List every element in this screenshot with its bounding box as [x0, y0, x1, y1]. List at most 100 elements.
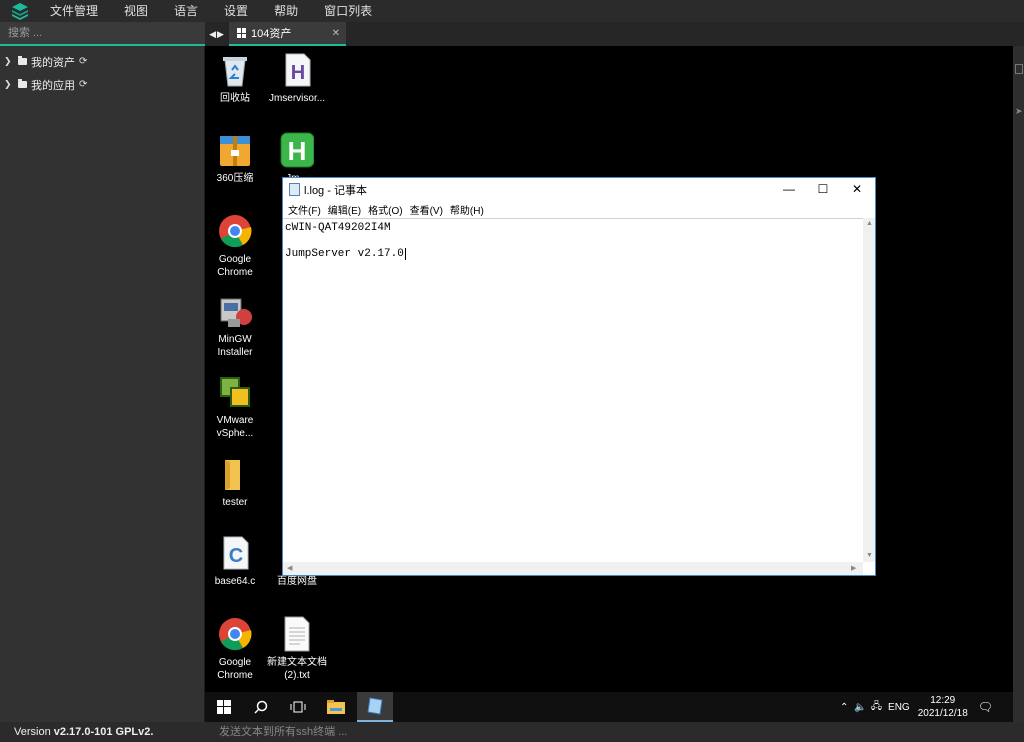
chrome-icon — [218, 213, 252, 249]
tab-next-icon[interactable]: ▶ — [217, 29, 225, 40]
notepad-window[interactable]: l.log - 记事本 — ☐ ✕ 文件(F) 编辑(E) 格式(O) 查看(V… — [282, 177, 876, 576]
start-button[interactable] — [206, 692, 242, 722]
text-file-icon — [280, 616, 314, 652]
version-value: v2.17.0-101 GPLv2. — [53, 726, 154, 738]
notepad-menu-view[interactable]: 查看(V) — [409, 202, 449, 217]
asset-sidebar: ❯ 我的资产 ⟳ ❯ 我的应用 ⟳ — [0, 22, 205, 722]
desktop-icon-new-text[interactable]: 新建文本文档 (2).txt — [267, 616, 327, 682]
notepad-menu-file[interactable]: 文件(F) — [287, 202, 327, 217]
notepad-menu-help[interactable]: 帮助(H) — [449, 202, 490, 217]
mingw-icon — [218, 293, 252, 329]
task-view-button[interactable] — [280, 692, 316, 722]
clock-time: 12:29 — [930, 695, 956, 706]
network-icon[interactable]: 🖧 — [871, 699, 882, 716]
tree-item-my-apps[interactable]: ❯ 我的应用 ⟳ — [0, 73, 204, 96]
file-explorer-icon — [327, 700, 345, 714]
broadcast-bar — [205, 722, 1024, 742]
right-toolbar-strip: ➤ — [1013, 46, 1024, 722]
windows-taskbar: ⌃ 🔈 🖧 ENG 12:29 2021/12/18 🗨 — [205, 692, 1013, 722]
notification-icon[interactable]: 🗨 — [978, 700, 993, 714]
menu-settings[interactable]: 设置 — [211, 0, 261, 22]
search-input[interactable] — [0, 22, 205, 44]
taskbar-file-explorer[interactable] — [318, 692, 354, 722]
text-caret — [404, 248, 406, 260]
vertical-scrollbar[interactable]: ▲ ▼ — [863, 218, 875, 562]
notepad-icon — [367, 697, 383, 715]
desktop-icon-tester[interactable]: tester — [205, 456, 265, 509]
svg-text:H: H — [288, 136, 307, 166]
desktop-icon-vmware[interactable]: VMware vSphe... — [205, 374, 265, 440]
notepad-title: l.log - 记事本 — [304, 184, 367, 197]
tray-expand-icon[interactable]: ⌃ — [840, 702, 848, 713]
minimize-button[interactable]: — — [772, 178, 806, 200]
volume-icon[interactable]: 🔈 — [854, 702, 866, 713]
tab-nav-arrows[interactable]: ◀ ▶ — [205, 22, 229, 46]
svg-text:H: H — [291, 62, 305, 84]
desktop-icon-mingw[interactable]: MinGW Installer — [205, 293, 265, 359]
panel-toggle-icon[interactable] — [1015, 64, 1023, 74]
taskbar-notepad[interactable] — [357, 692, 393, 722]
close-tab-icon[interactable]: ✕ — [332, 28, 340, 39]
c-file-icon: C — [218, 535, 252, 571]
tab-label: 104资产 — [251, 28, 292, 40]
notepad-menubar: 文件(F) 编辑(E) 格式(O) 查看(V) 帮助(H) — [283, 201, 875, 218]
desktop-icon-recycle-bin[interactable]: 回收站 — [205, 52, 265, 105]
refresh-icon[interactable]: ⟳ — [79, 79, 87, 90]
notepad-icon — [289, 183, 300, 196]
refresh-icon[interactable]: ⟳ — [79, 56, 87, 67]
recycle-bin-icon — [218, 52, 252, 88]
send-icon[interactable]: ➤ — [1015, 106, 1023, 117]
notepad-line-1: cWIN-QAT49202I4M — [285, 222, 391, 234]
tree-item-label: 我的资产 — [31, 56, 75, 69]
windows-start-icon — [217, 700, 231, 714]
search-icon — [254, 700, 268, 714]
zip-archive-icon — [218, 132, 252, 168]
horizontal-scrollbar[interactable]: ◀ ▶ — [283, 562, 863, 575]
desktop-icon-jmservisor[interactable]: H Jmservisor... — [267, 52, 327, 105]
menu-language[interactable]: 语言 — [161, 0, 211, 22]
scroll-up-icon[interactable]: ▲ — [866, 220, 873, 227]
menu-view[interactable]: 视图 — [111, 0, 161, 22]
close-window-button[interactable]: ✕ — [840, 178, 874, 200]
notepad-menu-edit[interactable]: 编辑(E) — [327, 202, 367, 217]
scroll-left-icon[interactable]: ◀ — [287, 564, 292, 572]
desktop-icon-base64c[interactable]: C base64.c — [205, 535, 265, 588]
folder-icon — [218, 456, 252, 492]
jmservisor-green-icon: H — [280, 132, 315, 168]
expand-arrow-icon[interactable]: ❯ — [4, 79, 14, 90]
vmware-icon — [218, 374, 252, 410]
menu-file-manager[interactable]: 文件管理 — [40, 0, 111, 22]
jmservisor-icon: H — [280, 52, 314, 88]
search-button[interactable] — [243, 692, 279, 722]
task-view-icon — [290, 701, 306, 713]
version-info: Version v2.17.0-101 GPLv2. — [0, 722, 205, 742]
maximize-button[interactable]: ☐ — [806, 178, 840, 200]
desktop-icon-chrome[interactable]: Google Chrome — [205, 213, 265, 279]
input-language[interactable]: ENG — [888, 702, 910, 713]
scroll-down-icon[interactable]: ▼ — [866, 552, 873, 559]
notepad-line-2: JumpServer v2.17.0 — [285, 248, 404, 260]
notepad-titlebar[interactable]: l.log - 记事本 — ☐ ✕ — [283, 178, 875, 201]
expand-arrow-icon[interactable]: ❯ — [4, 56, 14, 67]
taskbar-clock[interactable]: 12:29 2021/12/18 — [918, 694, 968, 720]
tree-item-my-assets[interactable]: ❯ 我的资产 ⟳ — [0, 50, 204, 73]
chrome-icon — [218, 616, 252, 652]
folder-icon — [18, 56, 27, 65]
tab-session-104[interactable]: 104资产 ✕ — [229, 22, 346, 46]
broadcast-input[interactable] — [205, 722, 1024, 742]
jumpserver-logo-icon — [0, 0, 40, 22]
clock-date: 2021/12/18 — [917, 708, 968, 719]
version-prefix: Version — [14, 726, 54, 738]
desktop-icon-chrome-2[interactable]: Google Chrome — [205, 616, 265, 682]
menu-help[interactable]: 帮助 — [261, 0, 311, 22]
system-tray: ⌃ 🔈 🖧 ENG 12:29 2021/12/18 🗨 — [840, 692, 1013, 722]
menu-window-list[interactable]: 窗口列表 — [311, 0, 385, 22]
svg-text:C: C — [229, 545, 243, 567]
app-menubar: 文件管理 视图 语言 设置 帮助 窗口列表 — [0, 0, 1024, 22]
notepad-menu-format[interactable]: 格式(O) — [367, 202, 408, 217]
desktop-icon-360zip[interactable]: 360压缩 — [205, 132, 265, 185]
search-box — [0, 22, 205, 46]
notepad-text-area[interactable]: cWIN-QAT49202I4M JumpServer v2.17.0 — [283, 218, 863, 562]
tab-prev-icon[interactable]: ◀ — [209, 29, 217, 40]
scroll-right-icon[interactable]: ▶ — [851, 564, 856, 572]
